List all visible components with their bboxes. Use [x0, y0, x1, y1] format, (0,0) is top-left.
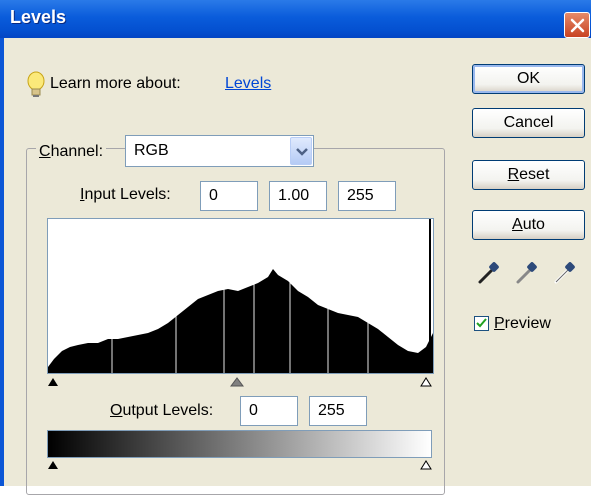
- output-levels-slider[interactable]: [44, 457, 436, 471]
- channel-value: RGB: [134, 142, 169, 159]
- input-black-field[interactable]: 0: [200, 181, 258, 211]
- channel-label: Channel:: [36, 143, 107, 161]
- channel-dropdown-button[interactable]: [290, 137, 312, 165]
- output-white-field[interactable]: 255: [309, 396, 367, 426]
- white-point-eyedropper-icon[interactable]: [550, 260, 578, 288]
- input-white-field[interactable]: 255: [338, 181, 396, 211]
- lightbulb-icon: [27, 71, 45, 97]
- gray-point-eyedropper-icon[interactable]: [512, 260, 540, 288]
- chevron-down-icon: [296, 148, 308, 156]
- input-gamma-handle: [230, 377, 244, 387]
- checkmark-icon: [476, 318, 487, 328]
- close-icon: [570, 18, 585, 33]
- learn-more-label: Learn more about:: [50, 75, 181, 92]
- dialog-body: Learn more about: Levels Channel: RGB In…: [4, 38, 591, 495]
- title-bar[interactable]: Levels: [0, 0, 591, 38]
- output-black-field[interactable]: 0: [240, 396, 298, 426]
- levels-dialog: Levels Learn more about: Levels Channel:…: [0, 0, 591, 495]
- channel-select[interactable]: RGB: [125, 135, 314, 167]
- preview-label[interactable]: Preview: [494, 315, 551, 333]
- input-gamma-field[interactable]: 1.00: [269, 181, 327, 211]
- input-black-point-handle: [48, 378, 58, 386]
- close-button[interactable]: [564, 12, 590, 38]
- input-levels-slider[interactable]: [44, 374, 436, 388]
- cancel-button[interactable]: Cancel: [472, 108, 585, 138]
- histogram-graph: [48, 219, 433, 373]
- input-white-point-handle: [420, 377, 432, 387]
- output-levels-label: Output Levels:: [110, 402, 214, 419]
- input-levels-label: Input Levels:: [80, 186, 171, 203]
- black-point-eyedropper-icon[interactable]: [474, 260, 502, 288]
- preview-checkbox[interactable]: [474, 316, 489, 331]
- output-black-point-handle: [48, 461, 58, 469]
- window-title: Levels: [10, 7, 67, 27]
- ok-button[interactable]: OK: [472, 64, 585, 94]
- output-gradient-bar: [47, 430, 432, 458]
- output-white-point-handle: [420, 460, 432, 470]
- auto-button[interactable]: Auto: [472, 210, 585, 240]
- levels-help-link[interactable]: Levels: [225, 75, 271, 93]
- reset-button[interactable]: Reset: [472, 160, 585, 190]
- histogram: [47, 218, 434, 374]
